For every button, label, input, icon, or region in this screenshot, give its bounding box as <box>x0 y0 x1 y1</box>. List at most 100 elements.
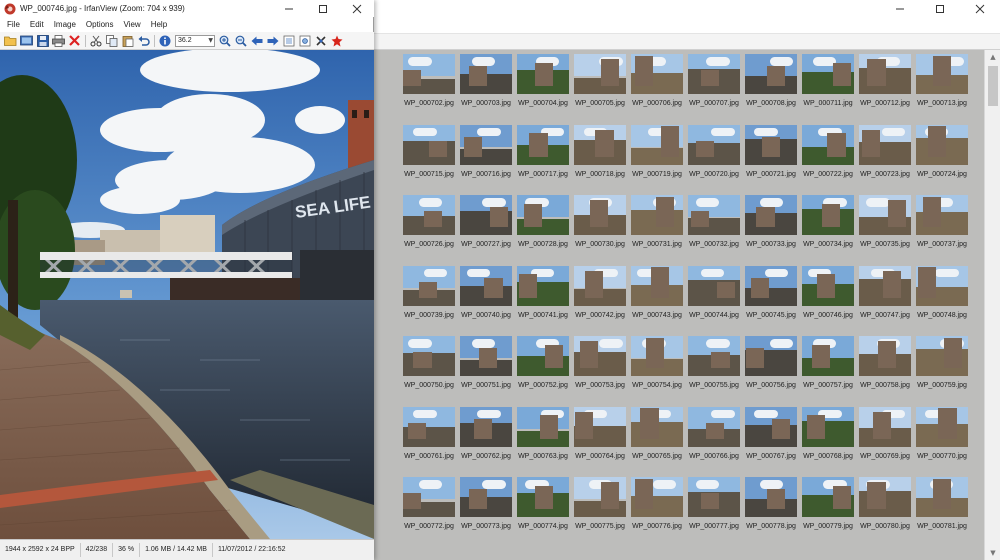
maximize-button[interactable] <box>920 0 960 17</box>
thumbnail-item[interactable]: WP_000707.jpg <box>686 54 742 124</box>
thumbnail-item[interactable]: WP_000772.jpg <box>401 477 457 547</box>
minimize-button[interactable] <box>880 0 920 17</box>
thumbnail-item[interactable]: WP_000745.jpg <box>743 265 799 336</box>
menu-help[interactable]: Help <box>146 20 172 29</box>
thumbnail-item[interactable]: WP_000706.jpg <box>629 54 685 124</box>
thumbnail-item[interactable]: WP_000733.jpg <box>743 195 799 265</box>
thumbnail-item[interactable]: WP_000740.jpg <box>458 265 514 336</box>
close-button[interactable] <box>960 0 1000 17</box>
thumbnail-item[interactable]: WP_000770.jpg <box>914 406 970 477</box>
thumbnail-item[interactable]: WP_000741.jpg <box>515 265 571 336</box>
thumbnail-item[interactable]: WP_000744.jpg <box>686 265 742 336</box>
slideshow-button[interactable] <box>19 34 34 48</box>
settings-button[interactable] <box>297 34 312 48</box>
zoom-out-button[interactable] <box>233 34 248 48</box>
thumbnail-item[interactable]: WP_000730.jpg <box>572 195 628 265</box>
thumbnail-item[interactable]: WP_000768.jpg <box>800 406 856 477</box>
thumbnail-item[interactable]: WP_000708.jpg <box>743 54 799 124</box>
thumbnail-window-titlebar[interactable] <box>374 0 1000 17</box>
thumbnail-item[interactable]: WP_000739.jpg <box>401 265 457 336</box>
thumbnail-item[interactable]: WP_000777.jpg <box>686 477 742 547</box>
thumbnail-item[interactable]: WP_000719.jpg <box>629 124 685 195</box>
thumbnail-item[interactable]: WP_000762.jpg <box>458 406 514 477</box>
thumbnail-item[interactable]: WP_000764.jpg <box>572 406 628 477</box>
thumbnail-item[interactable]: WP_000743.jpg <box>629 265 685 336</box>
thumbnail-item[interactable]: WP_000717.jpg <box>515 124 571 195</box>
viewer-maximize-button[interactable] <box>306 0 340 17</box>
fit-page-button[interactable] <box>281 34 296 48</box>
thumbnail-item[interactable]: WP_000704.jpg <box>515 54 571 124</box>
thumbnail-item[interactable]: WP_000757.jpg <box>800 336 856 406</box>
paste-button[interactable] <box>120 34 135 48</box>
thumbnail-item[interactable]: WP_000776.jpg <box>629 477 685 547</box>
thumbnail-item[interactable]: WP_000731.jpg <box>629 195 685 265</box>
thumbnail-item[interactable]: WP_000763.jpg <box>515 406 571 477</box>
thumbnail-item[interactable]: WP_000756.jpg <box>743 336 799 406</box>
thumbnail-item[interactable]: WP_000720.jpg <box>686 124 742 195</box>
menu-options[interactable]: Options <box>81 20 119 29</box>
thumbnail-item[interactable]: WP_000716.jpg <box>458 124 514 195</box>
scroll-thumb[interactable] <box>988 66 998 106</box>
thumbnail-item[interactable]: WP_000752.jpg <box>515 336 571 406</box>
thumbnail-scrollbar[interactable]: ▲ ▼ <box>984 50 1000 560</box>
menu-view[interactable]: View <box>119 20 146 29</box>
thumbnail-item[interactable]: WP_000713.jpg <box>914 54 970 124</box>
scroll-down-icon[interactable]: ▼ <box>985 546 1000 560</box>
next-button[interactable] <box>265 34 280 48</box>
thumbnail-item[interactable]: WP_000754.jpg <box>629 336 685 406</box>
thumbnail-item[interactable]: WP_000742.jpg <box>572 265 628 336</box>
zoom-combobox[interactable]: 36.2 ▼ <box>175 34 215 47</box>
thumbnail-item[interactable]: WP_000781.jpg <box>914 477 970 547</box>
thumbnail-item[interactable]: WP_000724.jpg <box>914 124 970 195</box>
thumbnail-item[interactable]: WP_000723.jpg <box>857 124 913 195</box>
delete-button[interactable] <box>67 34 82 48</box>
previous-button[interactable] <box>249 34 264 48</box>
zoom-in-button[interactable] <box>217 34 232 48</box>
thumbnail-item[interactable]: WP_000750.jpg <box>401 336 457 406</box>
thumbnail-item[interactable]: WP_000732.jpg <box>686 195 742 265</box>
thumbnail-item[interactable]: WP_000759.jpg <box>914 336 970 406</box>
thumbnail-item[interactable]: WP_000767.jpg <box>743 406 799 477</box>
viewer-close-button[interactable] <box>340 0 374 17</box>
print-button[interactable] <box>51 34 66 48</box>
effects-button[interactable] <box>313 34 328 48</box>
thumbnail-item[interactable]: WP_000712.jpg <box>857 54 913 124</box>
thumbnail-item[interactable]: WP_000774.jpg <box>515 477 571 547</box>
thumbnail-item[interactable]: WP_000715.jpg <box>401 124 457 195</box>
info-button[interactable] <box>157 34 172 48</box>
undo-button[interactable] <box>136 34 151 48</box>
thumbnail-item[interactable]: WP_000748.jpg <box>914 265 970 336</box>
menu-edit[interactable]: Edit <box>25 20 49 29</box>
thumbnail-item[interactable]: WP_000703.jpg <box>458 54 514 124</box>
thumbnail-item[interactable]: WP_000779.jpg <box>800 477 856 547</box>
thumbnail-item[interactable]: WP_000747.jpg <box>857 265 913 336</box>
copy-button[interactable] <box>104 34 119 48</box>
save-button[interactable] <box>35 34 50 48</box>
thumbnail-item[interactable]: WP_000746.jpg <box>800 265 856 336</box>
viewer-minimize-button[interactable] <box>272 0 306 17</box>
displayed-image[interactable]: SEA LIFE <box>0 50 374 539</box>
scroll-up-icon[interactable]: ▲ <box>985 50 1000 64</box>
thumbnail-item[interactable]: WP_000728.jpg <box>515 195 571 265</box>
thumbnail-item[interactable]: WP_000751.jpg <box>458 336 514 406</box>
thumbnail-item[interactable]: WP_000721.jpg <box>743 124 799 195</box>
thumbnail-item[interactable]: WP_000726.jpg <box>401 195 457 265</box>
thumbnail-item[interactable]: WP_000765.jpg <box>629 406 685 477</box>
thumbnail-item[interactable]: WP_000775.jpg <box>572 477 628 547</box>
thumbnail-item[interactable]: WP_000766.jpg <box>686 406 742 477</box>
thumbnail-item[interactable]: WP_000737.jpg <box>914 195 970 265</box>
thumbnail-item[interactable]: WP_000753.jpg <box>572 336 628 406</box>
thumbnail-item[interactable]: WP_000780.jpg <box>857 477 913 547</box>
thumbnail-item[interactable]: WP_000718.jpg <box>572 124 628 195</box>
thumbnail-item[interactable]: WP_000769.jpg <box>857 406 913 477</box>
cut-button[interactable] <box>88 34 103 48</box>
thumbnail-item[interactable]: WP_000705.jpg <box>572 54 628 124</box>
thumbnail-item[interactable]: WP_000773.jpg <box>458 477 514 547</box>
thumbnail-item[interactable]: WP_000722.jpg <box>800 124 856 195</box>
thumbnail-item[interactable]: WP_000761.jpg <box>401 406 457 477</box>
thumbnail-item[interactable]: WP_000758.jpg <box>857 336 913 406</box>
thumbnail-item[interactable]: WP_000734.jpg <box>800 195 856 265</box>
thumbnail-item[interactable]: WP_000778.jpg <box>743 477 799 547</box>
thumbnail-item[interactable]: WP_000727.jpg <box>458 195 514 265</box>
thumbnail-item[interactable]: WP_000702.jpg <box>401 54 457 124</box>
